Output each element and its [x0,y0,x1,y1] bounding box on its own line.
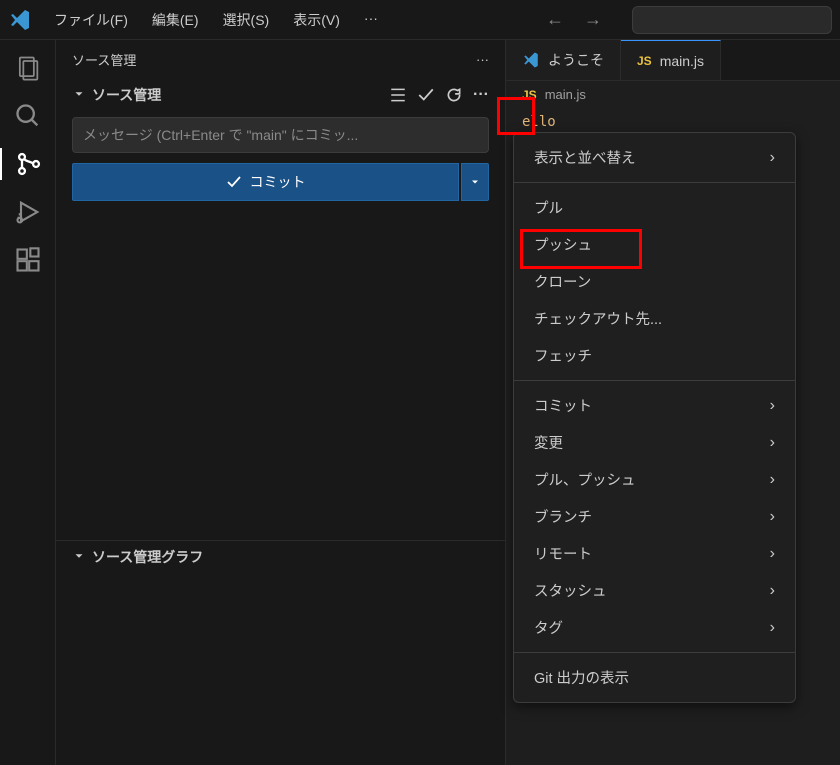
command-center-search[interactable] [632,6,832,34]
chevron-right-icon: › [770,434,775,452]
menu-edit[interactable]: 編集(E) [142,6,209,34]
breadcrumb-file[interactable]: main.js [545,87,586,102]
commit-button-label: コミット [250,172,306,192]
tab-mainjs-label: main.js [660,53,704,69]
menu-pull-push[interactable]: プル、プッシュ › [514,461,795,498]
tab-welcome[interactable]: ようこそ [506,40,621,80]
menu-branch[interactable]: ブランチ › [514,498,795,535]
menu-fetch[interactable]: フェッチ [514,337,795,374]
js-file-icon: JS [637,54,652,68]
menu-changes[interactable]: 変更 › [514,424,795,461]
menu-view-sort[interactable]: 表示と並べ替え › [514,139,795,176]
menu-view[interactable]: 表示(V) [283,6,350,34]
chevron-right-icon: › [770,149,775,167]
menu-commit[interactable]: コミット › [514,387,795,424]
extensions-icon[interactable] [12,244,44,276]
explorer-icon[interactable] [12,52,44,84]
source-control-icon[interactable] [0,148,56,180]
vscode-logo-icon [522,51,540,69]
chevron-right-icon: › [770,545,775,563]
scm-graph-title: ソース管理グラフ [92,547,203,567]
menu-git-output[interactable]: Git 出力の表示 [514,659,795,696]
chevron-right-icon: › [770,619,775,637]
commit-message-input[interactable]: メッセージ (Ctrl+Enter で "main" にコミッ... [72,117,489,153]
refresh-icon[interactable] [445,86,463,104]
chevron-right-icon: › [770,397,775,415]
menu-divider [514,380,795,381]
sidebar-more-icon[interactable]: ··· [476,52,489,67]
chevron-right-icon: › [770,508,775,526]
chevron-down-icon[interactable] [72,549,86,566]
sidebar-title: ソース管理 [72,50,136,69]
menu-checkout[interactable]: チェックアウト先... [514,300,795,337]
menu-divider [514,652,795,653]
check-all-icon[interactable] [417,86,435,104]
tab-mainjs[interactable]: JS main.js [621,40,721,80]
chevron-right-icon: › [770,582,775,600]
search-icon[interactable] [12,100,44,132]
js-file-icon: JS [522,88,537,102]
commit-button[interactable]: コミット [72,163,459,201]
chevron-down-icon[interactable] [72,87,86,104]
commit-dropdown-button[interactable] [461,163,489,201]
menu-divider [514,182,795,183]
more-actions-icon[interactable]: ··· [473,86,489,104]
chevron-right-icon: › [770,471,775,489]
menu-tag[interactable]: タグ › [514,609,795,646]
scm-section-title: ソース管理 [92,85,161,105]
tab-welcome-label: ようこそ [548,50,604,70]
menu-file[interactable]: ファイル(F) [44,6,138,34]
menu-stash[interactable]: スタッシュ › [514,572,795,609]
menu-remote[interactable]: リモート › [514,535,795,572]
menu-clone[interactable]: クローン [514,263,795,300]
menu-more[interactable]: ··· [354,6,388,34]
menu-pull[interactable]: プル [514,189,795,226]
menu-push[interactable]: プッシュ [514,226,795,263]
run-debug-icon[interactable] [12,196,44,228]
menu-select[interactable]: 選択(S) [213,6,280,34]
scm-context-menu: 表示と並べ替え › プル プッシュ クローン チェックアウト先... フェッチ … [513,132,796,703]
nav-forward-icon[interactable]: → [584,9,602,30]
tree-view-icon[interactable] [389,86,407,104]
vscode-logo-icon [8,8,32,32]
nav-back-icon[interactable]: ← [546,9,564,30]
